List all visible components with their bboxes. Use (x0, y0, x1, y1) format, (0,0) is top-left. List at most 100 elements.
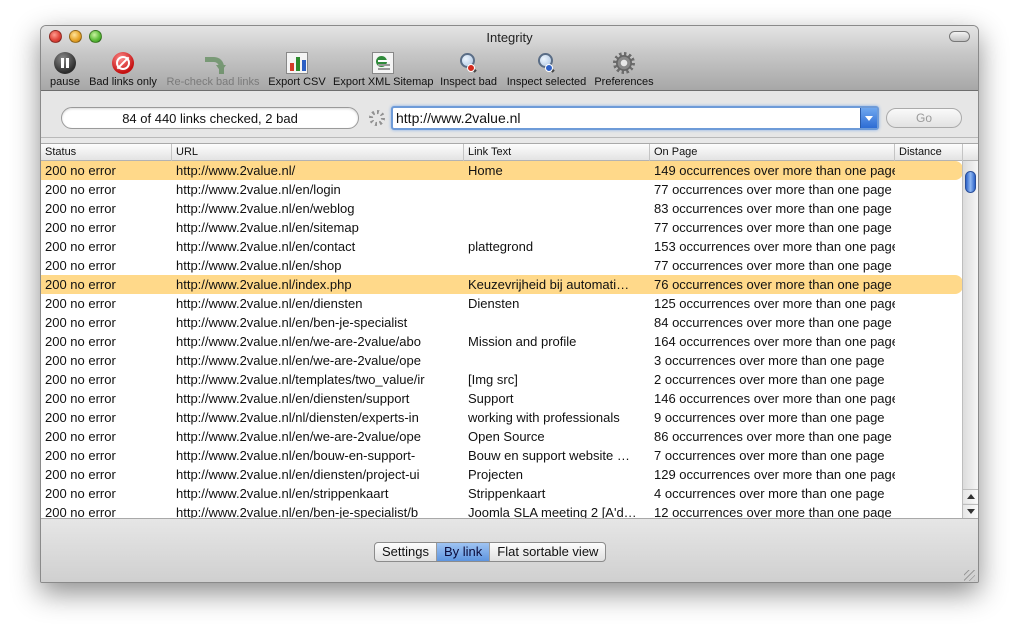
scroll-up-arrow-icon[interactable] (963, 489, 978, 503)
tab-settings[interactable]: Settings (375, 543, 437, 561)
cell-url: http://www.2value.nl/en/we-are-2value/ab… (176, 334, 421, 349)
cell-status: 200 no error (45, 239, 116, 254)
cell-distance (895, 427, 963, 446)
pause-button[interactable]: pause (47, 48, 83, 90)
cell-status: 200 no error (45, 277, 116, 292)
cell-distance (895, 332, 963, 351)
table-row[interactable]: 200 no error http://www.2value.nl/en/dien… (41, 294, 963, 313)
cell-status: 200 no error (45, 429, 116, 444)
inspect-bad-button[interactable]: Inspect bad (439, 48, 498, 90)
column-header-link-text[interactable]: Link Text (464, 144, 650, 161)
cell-status: 200 no error (45, 467, 116, 482)
cell-status: 200 no error (45, 372, 116, 387)
cell-on-page: 77 occurrences over more than one page (654, 182, 892, 197)
inspect-selected-icon (536, 52, 558, 74)
table-row[interactable]: 200 no error http://www.2value.nl/index.p… (41, 275, 963, 294)
cell-link-text: Keuzevrijheid bij automati… (468, 277, 630, 292)
sitemap-icon (371, 52, 394, 74)
preferences-button[interactable]: Preferences (594, 48, 654, 90)
recheck-bad-links-button[interactable]: Re-check bad links (165, 48, 261, 90)
table-row[interactable]: 200 no error http://www.2value.nl/nl/dien… (41, 408, 963, 427)
export-xml-sitemap-button[interactable]: Export XML Sitemap (333, 48, 434, 90)
scrollbar-thumb[interactable] (965, 171, 976, 193)
bad-links-only-button[interactable]: Bad links only (87, 48, 159, 90)
scroll-down-arrow-icon[interactable] (963, 504, 978, 518)
cell-distance (895, 408, 963, 427)
cell-status: 200 no error (45, 353, 116, 368)
cell-status: 200 no error (45, 182, 116, 197)
cell-link-text: Home (468, 163, 503, 178)
cell-distance (895, 351, 963, 370)
inspect-bad-label: Inspect bad (440, 76, 497, 88)
pause-label: pause (50, 76, 80, 88)
cell-on-page: 129 occurrences over more than one page (654, 467, 895, 482)
export-xml-sitemap-label: Export XML Sitemap (333, 76, 434, 88)
cell-on-page: 84 occurrences over more than one page (654, 315, 892, 330)
table-row[interactable]: 200 no error http://www.2value.nl/en/logi… (41, 180, 963, 199)
cell-status: 200 no error (45, 258, 116, 273)
cell-status: 200 no error (45, 334, 116, 349)
column-header-status[interactable]: Status (41, 144, 172, 161)
vertical-scrollbar[interactable] (962, 161, 978, 518)
preferences-label: Preferences (594, 76, 654, 88)
cell-link-text: [Img src] (468, 372, 518, 387)
cell-on-page: 86 occurrences over more than one page (654, 429, 892, 444)
url-dropdown-button[interactable] (860, 108, 877, 128)
cell-on-page: 77 occurrences over more than one page (654, 220, 892, 235)
toolbar-toggle-button[interactable] (949, 31, 970, 42)
table-row[interactable]: 200 no error http://www.2value.nl/en/ben-… (41, 313, 963, 332)
cell-link-text (464, 351, 650, 370)
table-row[interactable]: 200 no error http://www.2value.nl/en/stri… (41, 484, 963, 503)
inspect-selected-button[interactable]: Inspect selected (506, 48, 587, 90)
cell-on-page: 12 occurrences over more than one page (654, 505, 892, 518)
export-csv-button[interactable]: Export CSV (268, 48, 326, 90)
column-header-url[interactable]: URL (172, 144, 464, 161)
recheck-arrow-icon (202, 52, 226, 74)
cell-distance (895, 370, 963, 389)
tab-by-link[interactable]: By link (436, 543, 491, 561)
table-row[interactable]: 200 no error http://www.2value.nl/en/we-a… (41, 427, 963, 446)
cell-on-page: 3 occurrences over more than one page (654, 353, 885, 368)
table-row[interactable]: 200 no error http://www.2value.nl/en/we-a… (41, 332, 963, 351)
table-header: Status URL Link Text On Page Distance (41, 144, 978, 161)
cell-status: 200 no error (45, 505, 116, 518)
column-header-distance[interactable]: Distance (895, 144, 963, 161)
cell-link-text: Open Source (468, 429, 545, 444)
recheck-bad-links-label: Re-check bad links (166, 76, 260, 88)
table-row[interactable]: 200 no error http://www.2value.nl/en/dien… (41, 465, 963, 484)
pause-icon (54, 52, 76, 74)
cell-distance (895, 275, 963, 294)
go-button[interactable]: Go (886, 108, 962, 128)
table-body: 200 no error http://www.2value.nl/Home 149… (41, 161, 963, 518)
table-row[interactable]: 200 no error http://www.2value.nl/templat… (41, 370, 963, 389)
cell-link-text: plattegrond (468, 239, 534, 254)
table-row[interactable]: 200 no error http://www.2value.nl/en/cont… (41, 237, 963, 256)
table-row[interactable]: 200 no error http://www.2value.nl/en/dien… (41, 389, 963, 408)
table-row[interactable]: 200 no error http://www.2value.nl/Home 149… (41, 161, 963, 180)
cell-url: http://www.2value.nl/index.php (176, 277, 352, 292)
cell-link-text: Projecten (468, 467, 523, 482)
cell-url: http://www.2value.nl/en/weblog (176, 201, 355, 216)
cell-on-page: 125 occurrences over more than one page (654, 296, 895, 311)
table-row[interactable]: 200 no error http://www.2value.nl/en/webl… (41, 199, 963, 218)
cell-url: http://www.2value.nl/nl/diensten/experts… (176, 410, 419, 425)
cell-on-page: 146 occurrences over more than one page (654, 391, 895, 406)
cell-status: 200 no error (45, 163, 116, 178)
cell-link-text: Diensten (468, 296, 520, 311)
table-row[interactable]: 200 no error http://www.2value.nl/en/bouw… (41, 446, 963, 465)
cell-link-text (464, 313, 650, 332)
table-row[interactable]: 200 no error http://www.2value.nl/en/shop… (41, 256, 963, 275)
cell-link-text (464, 256, 650, 275)
cell-status: 200 no error (45, 391, 116, 406)
table-row[interactable]: 200 no error http://www.2value.nl/en/ben-… (41, 503, 963, 518)
tab-flat-sortable-view[interactable]: Flat sortable view (490, 543, 605, 561)
cell-link-text: Mission and profile (468, 334, 577, 349)
url-input[interactable] (396, 108, 858, 128)
url-combo-box[interactable] (391, 106, 879, 130)
resize-grip-icon[interactable] (964, 570, 975, 581)
column-header-on-page[interactable]: On Page (650, 144, 895, 161)
table-row[interactable]: 200 no error http://www.2value.nl/en/we-a… (41, 351, 963, 370)
cell-url: http://www.2value.nl/en/we-are-2value/op… (176, 429, 421, 444)
cell-url: http://www.2value.nl/en/bouw-en-support- (176, 448, 416, 463)
table-row[interactable]: 200 no error http://www.2value.nl/en/site… (41, 218, 963, 237)
